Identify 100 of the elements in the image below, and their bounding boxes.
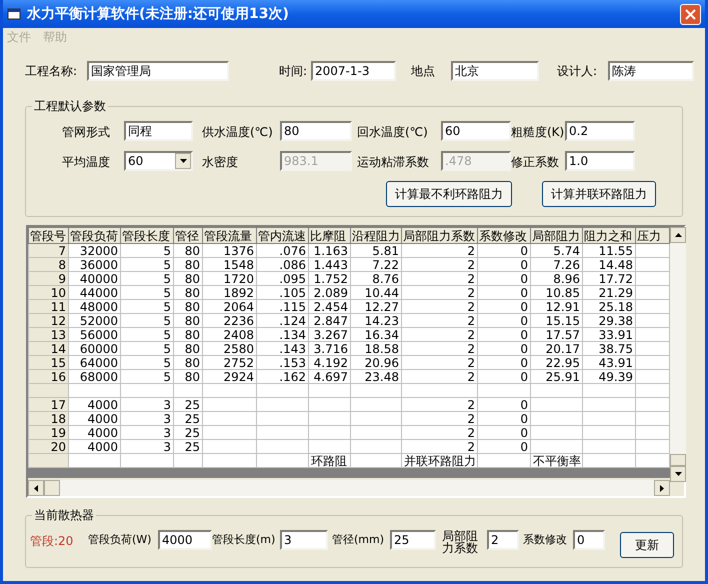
input-field[interactable]: 80	[280, 121, 352, 141]
table-cell: 5	[163, 300, 171, 314]
table-cell: 20.96	[364, 356, 399, 370]
calculate-button[interactable]: 计算并联环路阻力	[542, 181, 656, 207]
row-header: 9	[58, 272, 66, 286]
table-cell: 并联环路阻力	[404, 454, 476, 468]
column-header[interactable]: 管段负荷	[68, 228, 120, 244]
table-cell: 0	[520, 370, 528, 384]
update-button[interactable]: 更新	[620, 532, 674, 558]
table-cell: 32000	[80, 244, 118, 258]
table-cell: 2	[467, 244, 475, 258]
table-cell: 5	[163, 356, 171, 370]
table-cell: 4000	[87, 440, 118, 454]
table-cell: 2064	[223, 300, 254, 314]
row-header: 8	[58, 258, 66, 272]
table-cell: 43.91	[598, 356, 633, 370]
horizontal-scrollbar[interactable]	[28, 480, 670, 496]
input-field[interactable]: 北京	[451, 61, 539, 81]
table-cell: 5	[163, 272, 171, 286]
table-cell: 64000	[80, 356, 118, 370]
column-header[interactable]: 压力	[636, 228, 670, 244]
dropdown[interactable]: 60	[124, 151, 193, 171]
input-field[interactable]: 4000	[158, 530, 212, 550]
scroll-thumb[interactable]	[44, 480, 60, 496]
column-header[interactable]: 局部阻力系数	[402, 228, 478, 244]
input-field[interactable]: 2	[487, 530, 519, 550]
table-cell: 2	[467, 356, 475, 370]
scroll-up-button[interactable]	[670, 227, 686, 243]
input-field[interactable]: 1.0	[565, 151, 635, 171]
table-cell: 2	[467, 426, 475, 440]
column-header[interactable]: 系数修改	[478, 228, 530, 244]
table-cell: 5.74	[553, 244, 580, 258]
table-cell: 48000	[80, 300, 118, 314]
left-arrow-icon	[34, 484, 38, 492]
field-label: 水密度	[202, 154, 239, 171]
table-cell: 2.089	[314, 286, 348, 300]
table-cell: 23.48	[364, 370, 399, 384]
field-label: 修正系数	[511, 154, 560, 171]
table-cell: 14.48	[598, 258, 633, 272]
field-label: 管网形式	[62, 124, 111, 141]
group-title: 当前散热器	[33, 507, 95, 524]
table-cell: 80	[184, 258, 200, 272]
field-label: 管段负荷(W)	[88, 532, 152, 548]
table-cell: .095	[279, 272, 306, 286]
table-cell: 49.39	[598, 370, 633, 384]
table-cell: 0	[520, 412, 528, 426]
column-header[interactable]: 管段流量	[202, 228, 256, 244]
table-cell: 36000	[80, 258, 118, 272]
column-header[interactable]: 比摩阻	[308, 228, 350, 244]
field-label: 运动粘滞系数	[357, 154, 430, 171]
column-header[interactable]: 管段长度	[120, 228, 174, 244]
table-cell: 2	[467, 286, 475, 300]
input-field[interactable]: 0.2	[565, 121, 635, 141]
app-icon	[7, 7, 21, 21]
calculate-button[interactable]: 计算最不利环路阻力	[386, 181, 512, 207]
input-field[interactable]: 25	[390, 530, 436, 550]
row-header: 17	[50, 398, 66, 412]
table-cell: 4.697	[314, 370, 348, 384]
up-arrow-icon	[674, 233, 682, 237]
column-header[interactable]: 局部阻力	[530, 228, 582, 244]
table-cell: 0	[520, 244, 528, 258]
table-cell: 3	[163, 398, 171, 412]
field-label: 供水温度(℃)	[202, 124, 274, 141]
input-field[interactable]: 同程	[124, 121, 193, 141]
input-field[interactable]: 3	[280, 530, 328, 550]
table-cell: .134	[279, 328, 306, 342]
row-header: 14	[50, 342, 66, 356]
row-header: 11	[50, 300, 66, 314]
column-header[interactable]: 管段号	[28, 228, 68, 244]
vertical-scrollbar[interactable]	[670, 227, 686, 482]
table-cell: 3	[163, 440, 171, 454]
scroll-thumb[interactable]	[670, 454, 686, 466]
table-cell: 2236	[223, 314, 254, 328]
table-cell: 33.91	[598, 328, 633, 342]
close-icon	[685, 8, 696, 20]
table-cell: 3.267	[314, 328, 348, 342]
table-cell: 2408	[223, 328, 254, 342]
table-cell: 0	[520, 356, 528, 370]
table-cell: 5.81	[372, 244, 399, 258]
scroll-right-button[interactable]	[654, 480, 670, 496]
table-cell: 56000	[80, 328, 118, 342]
table-cell: 3.716	[314, 342, 348, 356]
input-field[interactable]: 陈涛	[608, 61, 694, 81]
scroll-left-button[interactable]	[28, 480, 44, 496]
column-header[interactable]: 沿程阻力	[350, 228, 402, 244]
field-label: 时间:	[279, 63, 308, 80]
scroll-down-button[interactable]	[670, 466, 686, 482]
input-field[interactable]: 2007-1-3	[311, 61, 396, 81]
table-cell: 不平衡率	[533, 454, 581, 468]
table-cell: 80	[184, 300, 200, 314]
column-header[interactable]: 管内流速	[256, 228, 308, 244]
close-button[interactable]	[680, 4, 701, 24]
input-field[interactable]: 0	[573, 530, 605, 550]
column-header[interactable]: 管径	[174, 228, 202, 244]
input-field[interactable]: 国家管理局	[87, 61, 229, 81]
row-header: 12	[50, 314, 66, 328]
row-header: 16	[50, 370, 66, 384]
input-field[interactable]: 60	[441, 121, 511, 141]
column-header[interactable]: 阻力之和	[582, 228, 636, 244]
table-cell: 5	[163, 328, 171, 342]
